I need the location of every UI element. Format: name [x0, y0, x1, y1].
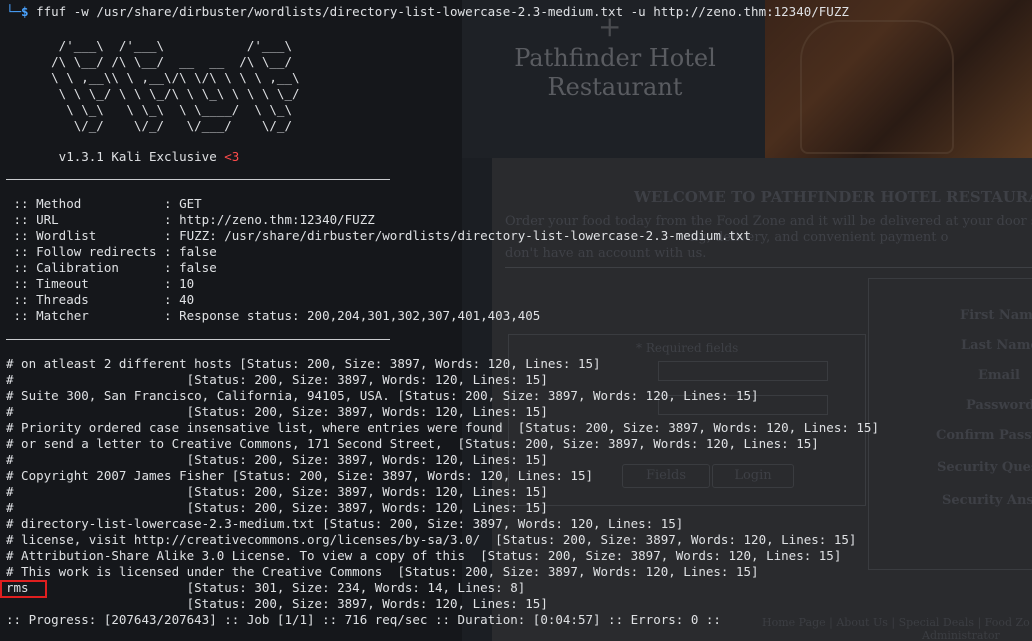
result-line: # Priority ordered case insensative list…: [6, 420, 879, 435]
banner-line: /\ \__/ /\ \__/ __ __ /\ \__/: [6, 54, 292, 69]
result-line: # Attribution-Share Alike 3.0 License. T…: [6, 548, 842, 563]
result-line: # or send a letter to Creative Commons, …: [6, 436, 819, 451]
result-line: # Suite 300, San Francisco, California, …: [6, 388, 759, 403]
banner-line: /'___\ /'___\ /'___\: [6, 38, 292, 53]
result-line: # directory-list-lowercase-2.3-medium.tx…: [6, 516, 684, 531]
result-line: # [Status: 200, Size: 3897, Words: 120, …: [6, 372, 548, 387]
terminal-window[interactable]: └─$ ffuf -w /usr/share/dirbuster/wordlis…: [0, 0, 1032, 641]
banner-line: \ \ \_/ \ \ \_/\ \ \_\ \ \ \ \_/: [6, 86, 300, 101]
config-calibration: :: Calibration : false: [6, 260, 217, 275]
banner-line: \ \_\ \ \_\ \ \____/ \ \_\: [6, 102, 292, 117]
config-timeout: :: Timeout : 10: [6, 276, 195, 291]
config-follow-redirects: :: Follow redirects : false: [6, 244, 217, 259]
config-method: :: Method : GET: [6, 196, 202, 211]
config-threads: :: Threads : 40: [6, 292, 195, 307]
banner-line: \ \ ,__\\ \ ,__\/\ \/\ \ \ \ ,__\: [6, 70, 300, 85]
command-text: ffuf -w /usr/share/dirbuster/wordlists/d…: [36, 4, 849, 19]
config-matcher: :: Matcher : Response status: 200,204,30…: [6, 308, 541, 323]
separator-bottom: [6, 339, 390, 340]
heart-text: <3: [224, 149, 240, 164]
result-line: [Status: 200, Size: 3897, Words: 120, Li…: [6, 596, 548, 611]
progress-line: :: Progress: [207643/207643] :: Job [1/1…: [6, 612, 721, 627]
result-line: # [Status: 200, Size: 3897, Words: 120, …: [6, 484, 548, 499]
command-line: └─$ ffuf -w /usr/share/dirbuster/wordlis…: [6, 4, 849, 20]
result-line: # [Status: 200, Size: 3897, Words: 120, …: [6, 500, 548, 515]
result-line: # This work is licensed under the Creati…: [6, 564, 759, 579]
config-url: :: URL : http://zeno.thm:12340/FUZZ: [6, 212, 375, 227]
rms-highlight-box: [0, 580, 47, 598]
result-line: # license, visit http://creativecommons.…: [6, 532, 857, 547]
separator-top: [6, 179, 390, 180]
result-line-rms: rms [Status: 301, Size: 234, Words: 14, …: [6, 580, 526, 595]
result-line: # on atleast 2 different hosts [Status: …: [6, 356, 601, 371]
config-wordlist: :: Wordlist : FUZZ: /usr/share/dirbuster…: [6, 228, 752, 243]
banner-line: \/_/ \/_/ \/___/ \/_/: [6, 118, 292, 133]
result-line: # Copyright 2007 James Fisher [Status: 2…: [6, 468, 593, 483]
prompt-symbol: └─$: [6, 4, 37, 19]
result-line: # [Status: 200, Size: 3897, Words: 120, …: [6, 452, 548, 467]
version-line: v1.3.1 Kali Exclusive <3: [6, 149, 240, 165]
result-line: # [Status: 200, Size: 3897, Words: 120, …: [6, 404, 548, 419]
version-text: v1.3.1 Kali Exclusive: [6, 149, 225, 164]
